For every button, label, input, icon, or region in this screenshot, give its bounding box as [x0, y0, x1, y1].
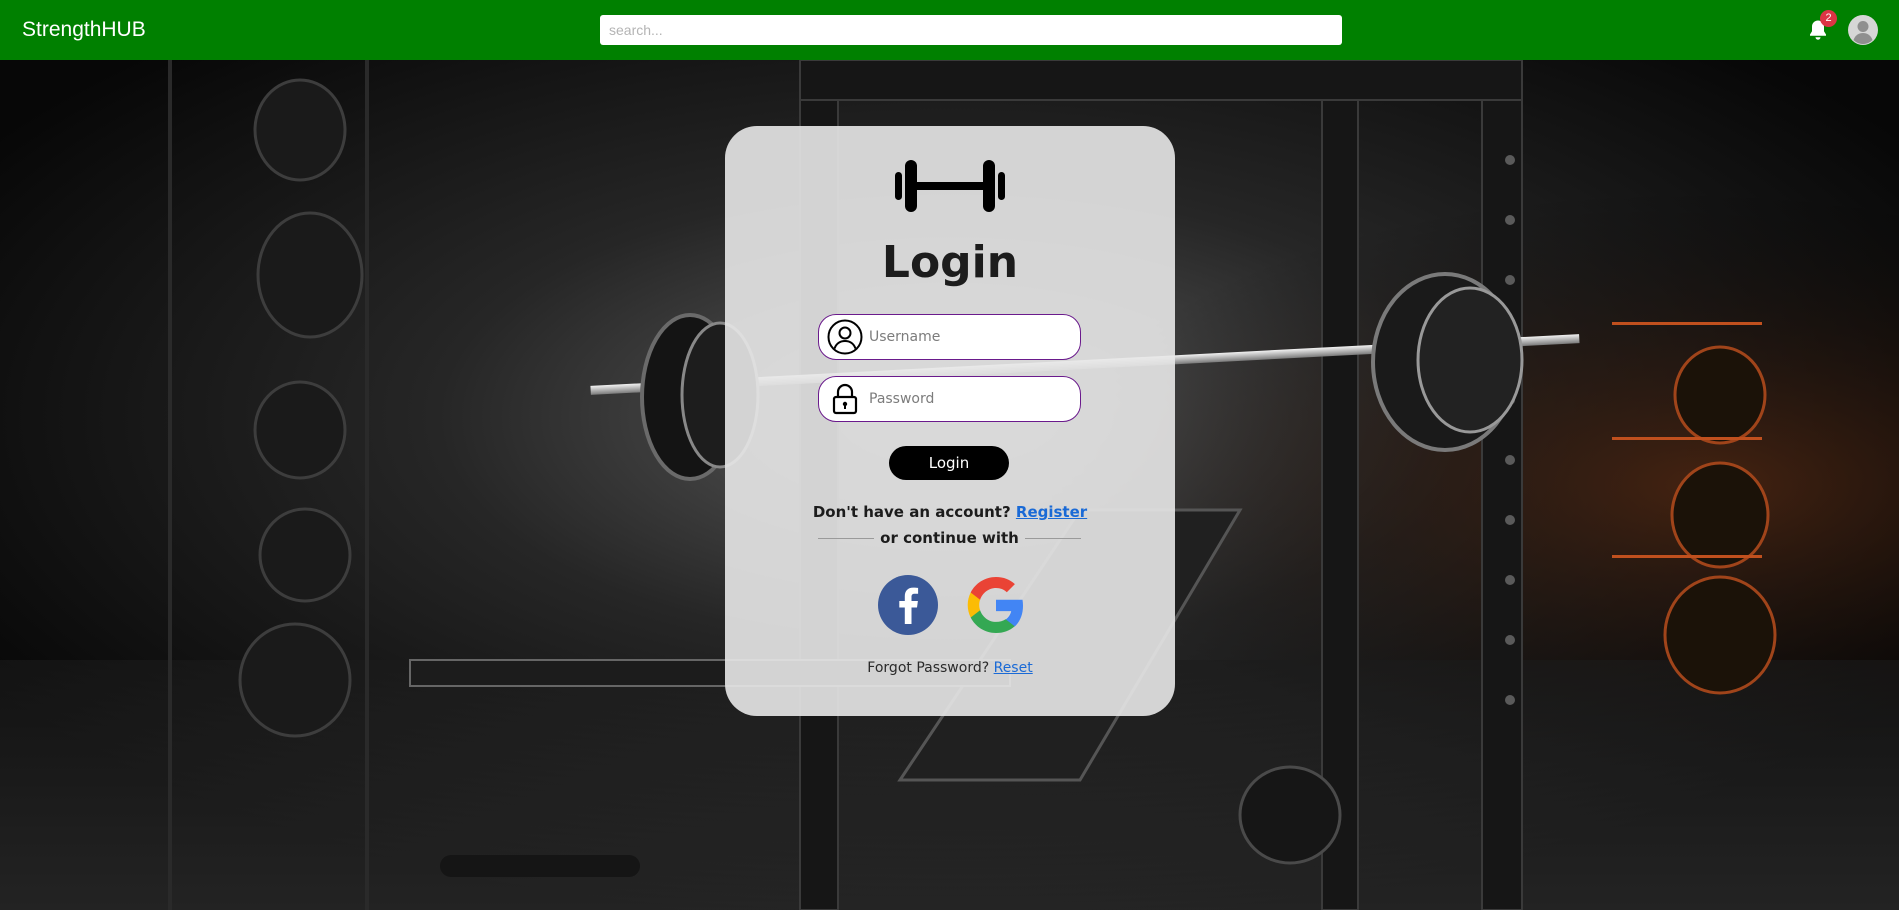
- register-prompt-text: Don't have an account?: [812, 503, 1011, 521]
- continue-with-divider: or continue with: [818, 528, 1081, 548]
- notification-count-badge: 2: [1820, 10, 1837, 27]
- user-circle-icon: [827, 319, 863, 355]
- register-prompt: Don't have an account? Register: [725, 502, 1175, 522]
- dumbbell-icon: [895, 160, 1005, 212]
- google-icon[interactable]: [965, 574, 1027, 636]
- brand-logo-text[interactable]: StrengthHUB: [22, 18, 146, 42]
- password-input[interactable]: [869, 377, 1069, 420]
- top-navbar: StrengthHUB 2: [0, 0, 1899, 60]
- forgot-password-prompt: Forgot Password? Reset: [725, 658, 1175, 678]
- register-link[interactable]: Register: [1016, 503, 1087, 521]
- login-title: Login: [881, 237, 1019, 288]
- divider-line-right: [1025, 538, 1081, 539]
- password-field[interactable]: [818, 376, 1081, 422]
- facebook-icon[interactable]: [877, 574, 939, 636]
- login-card: Login Login Don't have an account? Regis…: [725, 126, 1175, 716]
- reset-link[interactable]: Reset: [994, 660, 1033, 676]
- search-input[interactable]: [600, 15, 1342, 45]
- login-button[interactable]: Login: [889, 446, 1009, 480]
- forgot-password-text: Forgot Password?: [867, 660, 990, 676]
- username-input[interactable]: [869, 315, 1069, 358]
- username-field[interactable]: [818, 314, 1081, 360]
- lock-icon: [832, 383, 858, 415]
- user-avatar-icon[interactable]: [1848, 15, 1878, 45]
